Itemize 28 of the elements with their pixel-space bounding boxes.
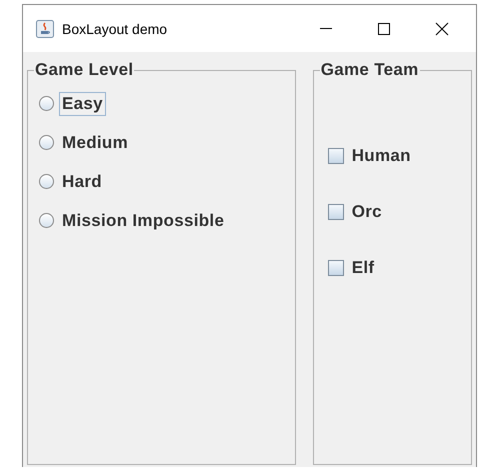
radio-option[interactable]: Medium <box>36 123 287 162</box>
option-label: Human <box>350 145 412 167</box>
checkbox[interactable] <box>328 204 344 220</box>
window-title: BoxLayout demo <box>62 20 168 36</box>
checkbox[interactable] <box>328 148 344 164</box>
option-label: Elf <box>350 257 376 279</box>
option-label: Orc <box>350 201 383 223</box>
checkbox[interactable] <box>328 260 344 276</box>
maximize-icon <box>377 22 391 36</box>
radio-button[interactable] <box>39 96 54 111</box>
checkbox-option[interactable]: Human <box>328 136 463 176</box>
checkbox-option[interactable]: Elf <box>328 248 463 288</box>
minimize-icon <box>320 28 332 29</box>
coffee-cup-icon <box>36 20 54 38</box>
radio-button[interactable] <box>39 213 54 228</box>
checkbox-option[interactable]: Orc <box>328 192 463 232</box>
radio-option[interactable]: Easy <box>36 84 287 123</box>
radio-button[interactable] <box>39 135 54 150</box>
close-icon <box>435 22 449 36</box>
radio-option[interactable]: Hard <box>36 162 287 201</box>
group-title: Game Level <box>34 60 134 80</box>
radio-option[interactable]: Mission Impossible <box>36 201 287 240</box>
group-title: Game Team <box>320 60 420 80</box>
option-label: Hard <box>61 170 103 192</box>
radio-button[interactable] <box>39 174 54 189</box>
option-label: Mission Impossible <box>61 210 226 232</box>
option-label: Easy <box>59 92 106 116</box>
option-label: Medium <box>61 132 130 154</box>
